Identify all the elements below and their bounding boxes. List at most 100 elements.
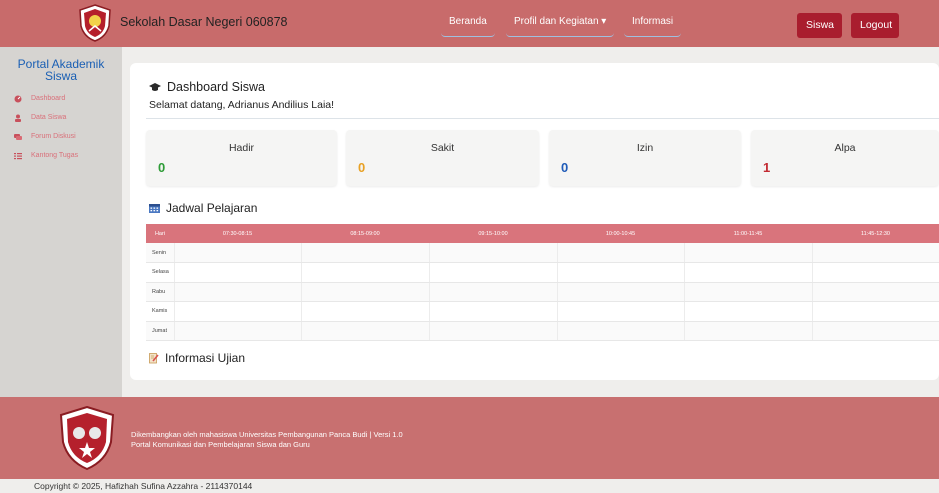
table-cell bbox=[174, 282, 302, 302]
graduation-cap-icon bbox=[149, 83, 161, 91]
table-cell bbox=[812, 301, 939, 322]
logout-button[interactable]: Logout bbox=[851, 13, 899, 38]
table-row: Rabu bbox=[146, 282, 939, 302]
day-cell: Senin bbox=[146, 243, 175, 263]
day-cell: Jumat bbox=[146, 321, 175, 341]
table-cell bbox=[557, 262, 685, 283]
ujian-title: Informasi Ujian bbox=[149, 351, 245, 365]
table-cell bbox=[684, 262, 813, 283]
footer-text: Dikembangkan oleh mahasiswa Universitas … bbox=[131, 430, 403, 450]
copyright: Copyright © 2025, Hafizhah Sufina Azzahr… bbox=[34, 481, 253, 491]
sidebar-item-forum-diskusi[interactable]: Forum Diskusi bbox=[14, 130, 76, 143]
stat-value: 0 bbox=[358, 160, 366, 175]
table-cell bbox=[557, 321, 685, 341]
table-cell bbox=[174, 321, 302, 341]
nav-beranda[interactable]: Beranda bbox=[441, 12, 495, 37]
table-header: 07:30-08:15 bbox=[174, 224, 301, 243]
school-name: Sekolah Dasar Negeri 060878 bbox=[120, 15, 288, 29]
day-cell: Rabu bbox=[146, 282, 175, 302]
dashboard-title: Dashboard Siswa bbox=[149, 80, 265, 94]
table-header: 09:15-10:00 bbox=[429, 224, 557, 243]
table-header: 10:00-10:45 bbox=[557, 224, 684, 243]
table-cell bbox=[429, 262, 558, 283]
sidebar-item-label: Data Siswa bbox=[31, 114, 67, 121]
stat-label: Sakit bbox=[430, 142, 455, 154]
table-cell bbox=[429, 321, 558, 341]
chat-icon bbox=[14, 133, 22, 140]
table-header: 08:15-09:00 bbox=[301, 224, 429, 243]
table-cell bbox=[174, 243, 302, 263]
welcome-message: Selamat datang, Adrianus Andilius Laia! bbox=[149, 99, 335, 111]
table-cell bbox=[557, 282, 685, 302]
day-cell: Selasa bbox=[146, 262, 175, 283]
table-cell bbox=[684, 282, 813, 302]
stat-card-sakit: Sakit 0 bbox=[346, 130, 539, 186]
table-cell bbox=[812, 243, 939, 263]
table-header: Hari bbox=[146, 224, 174, 243]
stat-label: Izin bbox=[636, 142, 654, 154]
table-cell bbox=[557, 243, 685, 263]
table-cell bbox=[684, 321, 813, 341]
table-cell bbox=[684, 243, 813, 263]
table-cell bbox=[301, 243, 430, 263]
calendar-icon bbox=[149, 204, 160, 213]
table-cell bbox=[301, 282, 430, 302]
table-row: Kamis bbox=[146, 301, 939, 322]
footer: Dikembangkan oleh mahasiswa Universitas … bbox=[0, 397, 939, 479]
table-cell bbox=[812, 321, 939, 341]
sidebar-item-label: Forum Diskusi bbox=[31, 133, 76, 140]
divider bbox=[146, 118, 939, 119]
stat-card-alpa: Alpa 1 bbox=[751, 130, 939, 186]
table-cell bbox=[174, 262, 302, 283]
stat-value: 0 bbox=[158, 160, 166, 175]
table-cell bbox=[429, 282, 558, 302]
footer-line1: Dikembangkan oleh mahasiswa Universitas … bbox=[131, 430, 403, 439]
nav-informasi[interactable]: Informasi bbox=[624, 12, 682, 37]
ujian-title-text: Informasi Ujian bbox=[165, 351, 246, 365]
footer-line2: Portal Komunikasi dan Pembelajaran Siswa… bbox=[131, 440, 310, 449]
table-cell bbox=[301, 321, 430, 341]
table-cell bbox=[301, 301, 430, 322]
schedule-table: Hari 07:30-08:15 08:15-09:00 09:15-10:00… bbox=[146, 224, 939, 341]
stat-card-izin: Izin 0 bbox=[549, 130, 741, 186]
table-cell bbox=[684, 301, 813, 322]
school-emblem-icon bbox=[59, 406, 115, 470]
dashboard-icon bbox=[14, 95, 22, 102]
sidebar: Portal Akademik Siswa Dashboard Data Sis… bbox=[0, 47, 122, 397]
stat-label: Alpa bbox=[834, 142, 856, 154]
stat-card-hadir: Hadir 0 bbox=[146, 130, 337, 186]
stat-label: Hadir bbox=[228, 142, 255, 154]
sidebar-item-dashboard[interactable]: Dashboard bbox=[14, 92, 65, 105]
siswa-button[interactable]: Siswa bbox=[797, 13, 842, 38]
table-header-row: Hari 07:30-08:15 08:15-09:00 09:15-10:00… bbox=[146, 224, 939, 243]
jadwal-title-text: Jadwal Pelajaran bbox=[166, 201, 258, 215]
table-header: 11:00-11:45 bbox=[684, 224, 812, 243]
day-cell: Kamis bbox=[146, 301, 175, 322]
table-header: 11:45-12:30 bbox=[812, 224, 939, 243]
sidebar-title-line2: Siswa bbox=[44, 69, 77, 83]
table-cell bbox=[174, 301, 302, 322]
nav-profil-dropdown[interactable]: Profil dan Kegiatan ▾ bbox=[506, 12, 615, 37]
school-logo-icon[interactable] bbox=[78, 4, 112, 42]
top-navbar: Sekolah Dasar Negeri 060878 Beranda Prof… bbox=[0, 0, 939, 47]
sidebar-item-kantong-tugas[interactable]: Kantong Tugas bbox=[14, 149, 78, 162]
sidebar-title: Portal Akademik Siswa bbox=[0, 58, 122, 82]
user-icon bbox=[15, 114, 21, 122]
sidebar-item-label: Kantong Tugas bbox=[31, 152, 79, 159]
stat-value: 0 bbox=[561, 160, 569, 175]
table-row: Jumat bbox=[146, 321, 939, 341]
table-cell bbox=[812, 262, 939, 283]
table-cell bbox=[557, 301, 685, 322]
dashboard-title-text: Dashboard Siswa bbox=[167, 80, 265, 94]
table-row: Selasa bbox=[146, 262, 939, 283]
table-cell bbox=[429, 243, 558, 263]
table-cell bbox=[429, 301, 558, 322]
sidebar-item-label: Dashboard bbox=[31, 95, 66, 102]
exam-document-icon bbox=[149, 352, 159, 363]
sidebar-item-data-siswa[interactable]: Data Siswa bbox=[14, 111, 66, 124]
table-cell bbox=[301, 262, 430, 283]
table-row: Senin bbox=[146, 243, 939, 263]
list-icon bbox=[14, 152, 22, 159]
jadwal-title: Jadwal Pelajaran bbox=[149, 201, 257, 215]
stat-value: 1 bbox=[763, 160, 771, 175]
